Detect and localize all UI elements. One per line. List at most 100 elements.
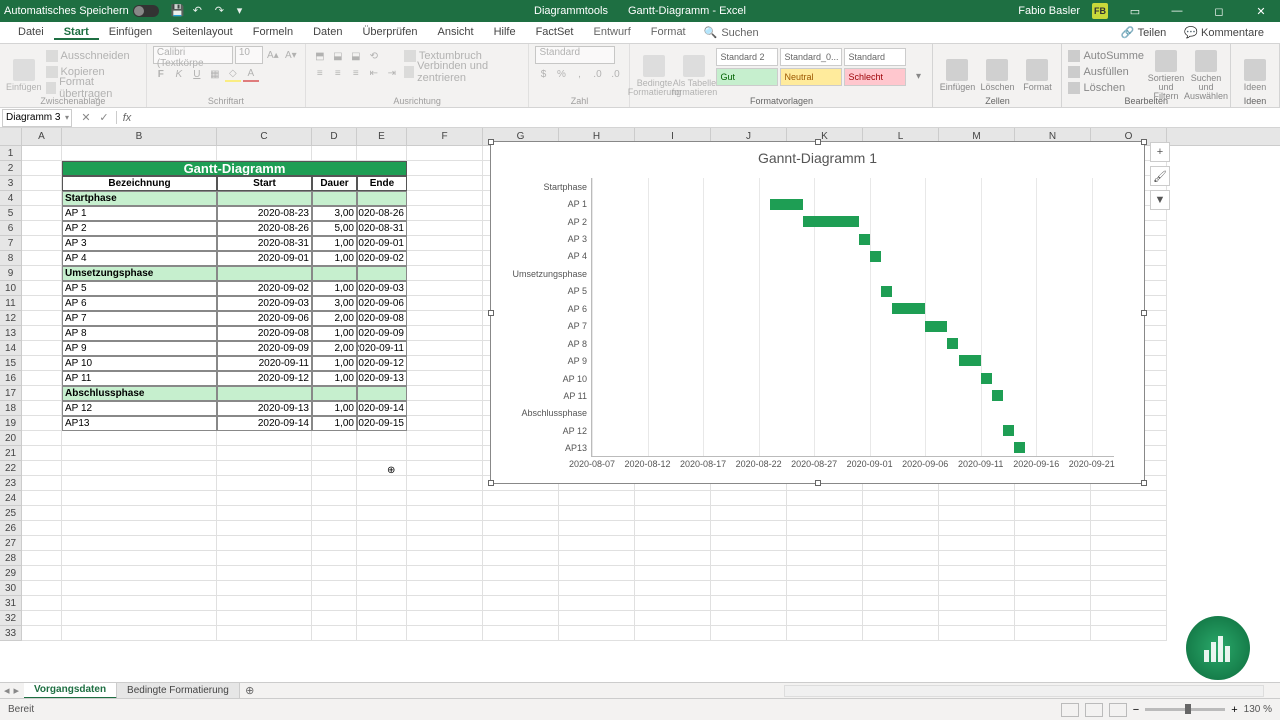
cell[interactable] — [217, 536, 312, 551]
cell[interactable]: AP 2 — [62, 221, 217, 236]
cell[interactable] — [217, 581, 312, 596]
style-gut[interactable]: Gut — [716, 68, 778, 86]
cell[interactable] — [939, 506, 1015, 521]
cell[interactable]: 1,00 — [312, 236, 357, 251]
cell[interactable] — [217, 476, 312, 491]
cell[interactable] — [357, 476, 407, 491]
cell[interactable]: 3,00 — [312, 206, 357, 221]
user-avatar[interactable]: FB — [1092, 3, 1108, 19]
tab-ansicht[interactable]: Ansicht — [427, 26, 483, 38]
cell[interactable] — [407, 611, 483, 626]
cell[interactable] — [635, 536, 711, 551]
chart-title[interactable]: Gannt-Diagramm 1 — [491, 142, 1144, 170]
gantt-bar[interactable] — [1003, 425, 1014, 436]
cell[interactable] — [635, 551, 711, 566]
tab-factset[interactable]: FactSet — [526, 26, 584, 38]
cell[interactable] — [62, 491, 217, 506]
zoom-out-icon[interactable]: − — [1133, 704, 1139, 716]
cell[interactable] — [407, 356, 483, 371]
cell[interactable] — [62, 446, 217, 461]
cell[interactable] — [217, 431, 312, 446]
fx-icon[interactable]: fx — [117, 112, 137, 124]
cell[interactable] — [22, 521, 62, 536]
cell[interactable] — [357, 461, 407, 476]
cell[interactable] — [1015, 551, 1091, 566]
cell[interactable] — [407, 146, 483, 161]
cell[interactable] — [711, 566, 787, 581]
cell[interactable]: 2020-09-06 — [217, 311, 312, 326]
align-top-icon[interactable]: ⬒ — [312, 48, 328, 64]
cell[interactable]: 2020-09-01 — [217, 251, 312, 266]
cell[interactable]: AP13 — [62, 416, 217, 431]
row-header-12[interactable]: 12 — [0, 311, 22, 326]
col-header-E[interactable]: E — [357, 128, 407, 145]
cell[interactable] — [22, 146, 62, 161]
zoom-in-icon[interactable]: + — [1231, 704, 1237, 716]
row-header-29[interactable]: 29 — [0, 566, 22, 581]
cell[interactable] — [217, 386, 312, 401]
cell[interactable] — [711, 491, 787, 506]
cell[interactable] — [22, 191, 62, 206]
maximize-icon[interactable]: ◻ — [1204, 0, 1234, 22]
cell[interactable] — [787, 596, 863, 611]
cell[interactable]: 2020-09-11 — [357, 341, 407, 356]
gantt-bar[interactable] — [803, 216, 859, 227]
row-header-23[interactable]: 23 — [0, 476, 22, 491]
save-icon[interactable]: 💾 — [171, 4, 185, 18]
cell[interactable]: Start — [217, 176, 312, 191]
cell[interactable] — [407, 401, 483, 416]
align-right-icon[interactable]: ≡ — [348, 65, 364, 81]
cell[interactable] — [1015, 491, 1091, 506]
cell[interactable] — [22, 326, 62, 341]
cell[interactable] — [863, 521, 939, 536]
row-header-27[interactable]: 27 — [0, 536, 22, 551]
cell[interactable]: 2020-09-08 — [217, 326, 312, 341]
cell[interactable] — [863, 536, 939, 551]
row-header-24[interactable]: 24 — [0, 491, 22, 506]
cell[interactable] — [407, 341, 483, 356]
cell[interactable] — [62, 506, 217, 521]
cell[interactable] — [217, 506, 312, 521]
chart-elements-button[interactable]: + — [1150, 142, 1170, 162]
percent-icon[interactable]: % — [553, 66, 569, 82]
gantt-bar[interactable] — [992, 390, 1003, 401]
style-standard2[interactable]: Standard 2 — [716, 48, 778, 66]
cell[interactable] — [559, 536, 635, 551]
cell[interactable] — [22, 461, 62, 476]
cell[interactable]: 1,00 — [312, 281, 357, 296]
cell[interactable] — [407, 281, 483, 296]
row-header-3[interactable]: 3 — [0, 176, 22, 191]
grow-font-icon[interactable]: A▴ — [265, 47, 281, 63]
row-header-20[interactable]: 20 — [0, 431, 22, 446]
cell[interactable] — [22, 221, 62, 236]
cell[interactable]: 1,00 — [312, 371, 357, 386]
cell[interactable] — [62, 581, 217, 596]
cell[interactable] — [62, 536, 217, 551]
cell[interactable]: 2020-08-23 — [217, 206, 312, 221]
row-header-32[interactable]: 32 — [0, 611, 22, 626]
cell[interactable] — [62, 566, 217, 581]
tab-datei[interactable]: Datei — [8, 26, 54, 38]
cell[interactable] — [22, 431, 62, 446]
cell[interactable] — [357, 266, 407, 281]
cell[interactable] — [22, 371, 62, 386]
row-header-9[interactable]: 9 — [0, 266, 22, 281]
style-schlecht[interactable]: Schlecht — [844, 68, 906, 86]
col-header-A[interactable]: A — [22, 128, 62, 145]
cell[interactable] — [787, 521, 863, 536]
chart-filter-button[interactable]: ▼ — [1150, 190, 1170, 210]
cell[interactable] — [939, 596, 1015, 611]
cell[interactable] — [407, 191, 483, 206]
cell[interactable]: 2020-09-03 — [357, 281, 407, 296]
page-break-view-icon[interactable] — [1109, 703, 1127, 717]
cell[interactable] — [22, 551, 62, 566]
row-header-10[interactable]: 10 — [0, 281, 22, 296]
cell[interactable] — [939, 536, 1015, 551]
cell[interactable] — [312, 521, 357, 536]
cell[interactable] — [357, 431, 407, 446]
cell[interactable] — [711, 521, 787, 536]
cell[interactable] — [22, 596, 62, 611]
cell[interactable] — [635, 521, 711, 536]
cell[interactable] — [407, 206, 483, 221]
cell[interactable] — [22, 176, 62, 191]
